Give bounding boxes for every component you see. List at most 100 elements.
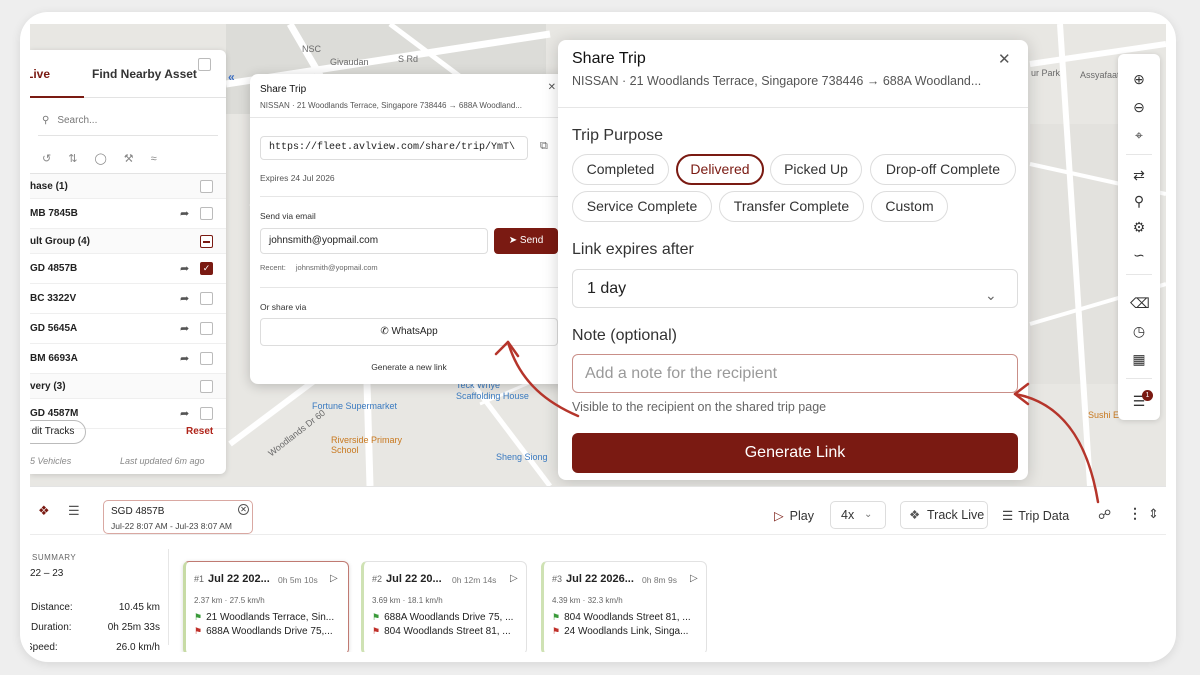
chip-picked-up[interactable]: Picked Up xyxy=(770,154,862,185)
signal-icon[interactable]: ≈ xyxy=(151,153,157,165)
whatsapp-icon: ✆ xyxy=(380,326,389,337)
close-icon[interactable]: ✕ xyxy=(998,50,1011,68)
pin-icon[interactable]: ⚲ xyxy=(1130,192,1148,210)
clock-icon[interactable]: ◷ xyxy=(1130,322,1148,340)
search-input[interactable]: Search... xyxy=(57,115,97,126)
track-live-button[interactable]: ❖ Track Live xyxy=(900,501,988,529)
share-icon[interactable]: ➦ xyxy=(180,292,189,305)
zoom-out-icon[interactable]: ⊖ xyxy=(1130,98,1148,116)
select-all-checkbox[interactable] xyxy=(198,58,211,71)
edit-tracks-button[interactable]: dit Tracks xyxy=(30,420,86,444)
trip-data-button[interactable]: ☰ Trip Data xyxy=(1002,508,1069,523)
speed-select[interactable]: 4x ⌄ xyxy=(830,501,886,529)
note-input[interactable]: Add a note for the recipient xyxy=(572,354,1018,393)
trash-icon[interactable]: ⌫ xyxy=(1130,294,1150,312)
timeline-toolbar: ❖ ☰ SGD 4857B Jul-22 8:07 AM - Jul-23 8:… xyxy=(30,487,1166,535)
row-checkbox[interactable] xyxy=(200,352,213,365)
grid-icon[interactable]: ▦ xyxy=(1130,350,1148,368)
chip-drop-off-complete[interactable]: Drop-off Complete xyxy=(870,154,1016,185)
chip-delivered[interactable]: Delivered xyxy=(676,154,764,185)
more-icon[interactable]: ⋮ xyxy=(1128,505,1142,522)
vehicle-row[interactable]: GD 5645A ➦ xyxy=(30,314,226,344)
close-icon[interactable]: ✕ xyxy=(548,82,556,93)
track-live-label: Track Live xyxy=(927,508,985,522)
whatsapp-label: WhatsApp xyxy=(391,326,438,337)
app-screen: NSC Givaudan S Rd Fortune Supermarket Ri… xyxy=(30,24,1166,652)
row-checkbox[interactable] xyxy=(200,179,213,193)
vehicle-row[interactable]: MB 7845B ➦ xyxy=(30,199,226,229)
group-row[interactable]: ult Group (4) xyxy=(30,229,226,254)
start-flag-icon: ⚑ xyxy=(194,612,203,622)
vehicle-name: GD 5645A xyxy=(30,323,78,334)
chip-service-complete[interactable]: Service Complete xyxy=(572,191,712,222)
vehicle-row[interactable]: BM 6693A ➦ xyxy=(30,344,226,374)
tab-live[interactable]: Live xyxy=(30,50,84,98)
share-trip-mini-modal: Share Trip NISSAN · 21 Woodlands Terrace… xyxy=(250,74,568,384)
row-checkbox[interactable] xyxy=(200,234,213,248)
chip-completed[interactable]: Completed xyxy=(572,154,669,185)
sort-icon[interactable]: ⇅ xyxy=(68,152,77,165)
vehicle-chip[interactable]: SGD 4857B Jul-22 8:07 AM - Jul-23 8:07 A… xyxy=(103,500,253,534)
play-trip-icon[interactable]: ▷ xyxy=(510,573,518,584)
trip-number: #2 xyxy=(372,574,383,584)
row-checkbox[interactable] xyxy=(200,322,213,335)
chip-transfer-complete[interactable]: Transfer Complete xyxy=(719,191,864,222)
share-icon[interactable]: ➦ xyxy=(180,352,189,365)
vehicle-name: GD 4857B xyxy=(30,263,78,274)
row-checkbox[interactable] xyxy=(200,207,213,220)
chip-custom[interactable]: Custom xyxy=(871,191,948,222)
share-icon[interactable]: ☍ xyxy=(1098,507,1111,523)
group-row[interactable]: hase (1) xyxy=(30,174,226,199)
whatsapp-button[interactable]: ✆ WhatsApp xyxy=(260,318,558,346)
path-icon[interactable]: ∽ xyxy=(1130,246,1148,264)
share-icon[interactable]: ➦ xyxy=(180,262,189,275)
share-url-field[interactable]: https://fleet.avlview.com/share/trip/YmT… xyxy=(260,136,528,160)
close-icon[interactable]: ✕ xyxy=(238,504,249,515)
trip-card[interactable]: #3 Jul 22 2026... 0h 8m 9s ▷ 4.39 km · 32.3 … xyxy=(541,561,707,652)
row-checkbox[interactable] xyxy=(200,292,213,305)
recent-label: Recent: xyxy=(260,263,286,272)
row-checkbox[interactable] xyxy=(200,379,213,393)
vehicle-name: BM 6693A xyxy=(30,353,78,364)
copy-icon[interactable]: ⧉ xyxy=(540,140,548,153)
vehicle-row[interactable]: BC 3322V ➦ xyxy=(30,284,226,314)
list-icon[interactable]: ☰ xyxy=(68,503,80,519)
split-icon[interactable]: ⇕ xyxy=(1148,506,1159,522)
trip-meta: 2.37 km · 27.5 km/h xyxy=(194,596,265,605)
locate-icon[interactable]: ⌖ xyxy=(1130,126,1148,144)
network-icon[interactable]: ⚙ xyxy=(1130,218,1148,236)
send-button[interactable]: ➤ Send xyxy=(494,228,558,254)
tools-icon[interactable]: ⚒ xyxy=(124,152,134,165)
generate-new-link[interactable]: Generate a new link xyxy=(250,362,568,372)
search-box[interactable]: ⚲ Search... xyxy=(38,106,218,136)
play-trip-icon[interactable]: ▷ xyxy=(690,573,698,584)
expires-select[interactable]: 1 day ⌄ xyxy=(572,269,1018,308)
vehicle-row[interactable]: GD 4857B ➦ ✓ xyxy=(30,254,226,284)
generate-link-button[interactable]: Generate Link xyxy=(572,433,1018,473)
panel-tabs: Live Find Nearby Asset xyxy=(30,50,226,98)
send-button-label: Send xyxy=(519,235,544,246)
play-trip-icon[interactable]: ▷ xyxy=(330,573,338,584)
tab-find-nearby-asset[interactable]: Find Nearby Asset xyxy=(92,67,197,81)
trip-card[interactable]: #2 Jul 22 20... 0h 12m 14s ▷ 3.69 km · 18.1 … xyxy=(361,561,527,652)
reset-button[interactable]: Reset xyxy=(186,426,213,437)
share-icon[interactable]: ➦ xyxy=(180,207,189,220)
ignition-icon[interactable]: ◯ xyxy=(94,152,106,165)
zoom-in-icon[interactable]: ⊕ xyxy=(1130,70,1148,88)
email-field[interactable]: johnsmith@yopmail.com xyxy=(260,228,488,254)
play-button[interactable]: ▷ Play xyxy=(774,508,814,523)
start-flag-icon: ⚑ xyxy=(372,612,381,622)
group-row[interactable]: very (3) xyxy=(30,374,226,399)
recent-email-link[interactable]: johnsmith@yopmail.com xyxy=(296,263,378,272)
share-icon[interactable]: ➦ xyxy=(180,322,189,335)
logo-icon[interactable]: ❖ xyxy=(38,503,56,521)
route-icon[interactable]: ⇄ xyxy=(1130,166,1148,184)
row-checkbox[interactable]: ✓ xyxy=(200,262,213,275)
expires-text: Expires 24 Jul 2026 xyxy=(260,173,335,183)
trip-card[interactable]: #1 Jul 22 202... 0h 5m 10s ▷ 2.37 km · 27.5 … xyxy=(183,561,349,652)
collapse-panel-icon[interactable]: « xyxy=(228,70,235,84)
map-label-fortune: Fortune Supermarket xyxy=(312,401,398,411)
history-icon[interactable]: ↺ xyxy=(42,152,51,165)
group-name: hase (1) xyxy=(30,180,68,192)
trip-date: Jul 22 202... xyxy=(208,573,270,585)
